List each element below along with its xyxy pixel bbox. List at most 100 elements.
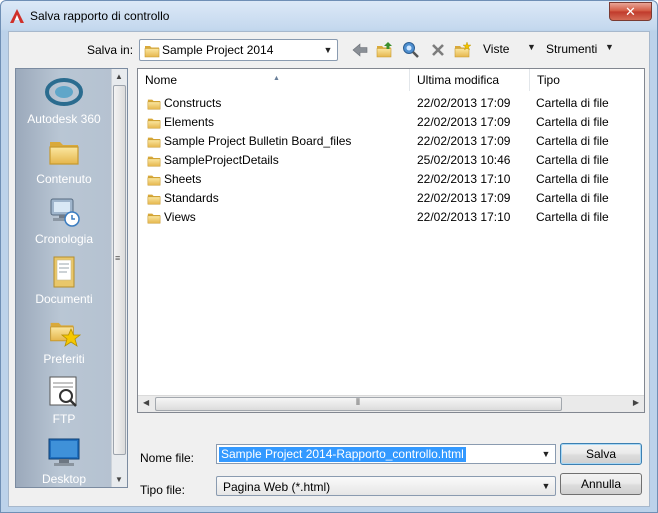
table-row[interactable]: SampleProjectDetails 25/02/2013 10:46 Ca… [138, 151, 628, 170]
up-folder-icon[interactable] [375, 39, 395, 61]
place-contenuto[interactable]: Contenuto [16, 135, 112, 186]
new-folder-icon[interactable] [453, 39, 473, 61]
scroll-down-arrow-icon[interactable]: ▼ [115, 475, 123, 484]
file-type: Cartella di file [536, 210, 609, 224]
place-label: Preferiti [43, 352, 85, 366]
save-in-combo[interactable]: Sample Project 2014 ▼ [139, 39, 338, 61]
chevron-down-icon[interactable]: ▼ [539, 479, 553, 493]
column-header-type-label: Tipo [537, 73, 560, 87]
place-label: Autodesk 360 [27, 112, 101, 126]
file-name: Sheets [164, 172, 202, 186]
table-row[interactable]: Constructs 22/02/2013 17:09 Cartella di … [138, 94, 628, 113]
place-label: FTP [52, 412, 76, 426]
file-type: Cartella di file [536, 172, 609, 186]
column-header-name[interactable]: ▲ Nome [138, 69, 410, 91]
filename-field[interactable]: Sample Project 2014-Rapporto_controllo.h… [216, 444, 556, 464]
save-button[interactable]: Salva [560, 443, 642, 465]
file-type: Cartella di file [536, 134, 609, 148]
tools-chevron-down-icon[interactable]: ▼ [605, 42, 614, 52]
table-row[interactable]: Elements 22/02/2013 17:09 Cartella di fi… [138, 113, 628, 132]
folder-icon [147, 97, 161, 111]
table-row[interactable]: Sample Project Bulletin Board_files 22/0… [138, 132, 628, 151]
autodesk-360-icon [45, 78, 83, 106]
title-bar[interactable]: Salva rapporto di controllo ✕ [1, 1, 657, 31]
file-modified: 22/02/2013 17:10 [417, 172, 511, 186]
file-type: Cartella di file [536, 191, 609, 205]
close-button[interactable]: ✕ [609, 2, 652, 21]
file-modified: 22/02/2013 17:10 [417, 210, 511, 224]
place-preferiti[interactable]: Preferiti [16, 315, 112, 366]
scroll-right-arrow-icon[interactable]: ▶ [633, 398, 639, 407]
ftp-icon [49, 376, 77, 407]
file-modified: 22/02/2013 17:09 [417, 96, 511, 110]
table-row[interactable]: Standards 22/02/2013 17:09 Cartella di f… [138, 189, 628, 208]
scroll-up-arrow-icon[interactable]: ▲ [115, 72, 123, 81]
save-in-value: Sample Project 2014 [162, 43, 274, 57]
place-autodesk-360[interactable]: Autodesk 360 [16, 75, 112, 126]
place-label: Cronologia [34, 232, 94, 246]
filename-value: Sample Project 2014-Rapporto_controllo.h… [219, 447, 466, 462]
scroll-left-arrow-icon[interactable]: ◀ [143, 398, 149, 407]
chevron-down-icon[interactable]: ▼ [321, 43, 335, 57]
filetype-label: Tipo file: [140, 483, 185, 497]
column-header-name-label: Nome [145, 73, 178, 87]
file-name: Standards [164, 191, 219, 205]
place-label: Desktop [41, 472, 87, 486]
place-desktop[interactable]: Desktop [16, 435, 112, 486]
tools-menu[interactable]: Strumenti [546, 42, 597, 56]
folder-icon [144, 43, 160, 59]
views-chevron-down-icon[interactable]: ▼ [527, 42, 536, 52]
file-name: SampleProjectDetails [164, 153, 279, 167]
filetype-select[interactable]: Pagina Web (*.html) ▼ [216, 476, 556, 496]
folder-icon [147, 192, 161, 206]
horizontal-scrollbar[interactable]: ◀ ⦀ ▶ [138, 395, 644, 412]
search-web-icon[interactable] [401, 39, 421, 61]
place-label: Documenti [35, 292, 93, 306]
sort-ascending-icon: ▲ [273, 75, 280, 82]
filename-label: Nome file: [140, 451, 195, 465]
scroll-thumb[interactable] [113, 85, 126, 455]
place-cronologia[interactable]: Cronologia [16, 195, 112, 246]
filetype-value: Pagina Web (*.html) [223, 480, 331, 494]
table-row[interactable]: Views 22/02/2013 17:10 Cartella di file [138, 208, 628, 227]
place-label: Contenuto [36, 172, 92, 186]
file-name: Elements [164, 115, 215, 129]
file-name: Sample Project Bulletin Board_files [164, 134, 352, 148]
folder-icon [147, 211, 161, 225]
column-header-type[interactable]: Tipo [530, 69, 630, 91]
places-scrollbar[interactable]: ▲ ≡ ▼ [111, 69, 127, 487]
delete-icon[interactable] [428, 39, 448, 61]
folder-icon [147, 135, 161, 149]
chevron-down-icon[interactable]: ▼ [539, 447, 553, 461]
column-header-modified[interactable]: Ultima modifica [410, 69, 530, 91]
cancel-button[interactable]: Annulla [560, 473, 642, 495]
file-modified: 22/02/2013 17:09 [417, 134, 511, 148]
folder-icon [147, 116, 161, 130]
history-icon [50, 198, 80, 227]
autocad-app-icon [10, 9, 24, 23]
file-modified: 25/02/2013 10:46 [417, 153, 511, 167]
place-documenti[interactable]: Documenti [16, 255, 112, 306]
file-list: ▲ Nome Ultima modifica Tipo Constructs 2… [137, 68, 645, 413]
content-folder-icon [48, 135, 80, 169]
views-menu[interactable]: Viste [483, 42, 509, 56]
folder-icon [147, 154, 161, 168]
column-header-modified-label: Ultima modifica [417, 73, 500, 87]
place-ftp[interactable]: FTP [16, 375, 112, 426]
file-type: Cartella di file [536, 153, 609, 167]
file-type: Cartella di file [536, 96, 609, 110]
window-title: Salva rapporto di controllo [30, 9, 170, 23]
documents-icon [53, 256, 75, 288]
file-modified: 22/02/2013 17:09 [417, 115, 511, 129]
desktop-icon [48, 438, 80, 466]
places-bar: Autodesk 360 Contenuto Cronologia Docume… [15, 68, 128, 488]
favorites-icon [50, 322, 81, 347]
file-modified: 22/02/2013 17:09 [417, 191, 511, 205]
back-icon[interactable] [350, 39, 370, 61]
save-report-dialog: Salva rapporto di controllo ✕ Salva in: … [0, 0, 658, 513]
file-name: Views [164, 210, 196, 224]
file-type: Cartella di file [536, 115, 609, 129]
table-row[interactable]: Sheets 22/02/2013 17:10 Cartella di file [138, 170, 628, 189]
grip-icon: ≡ [115, 253, 121, 263]
save-in-label: Salva in: [87, 43, 134, 57]
